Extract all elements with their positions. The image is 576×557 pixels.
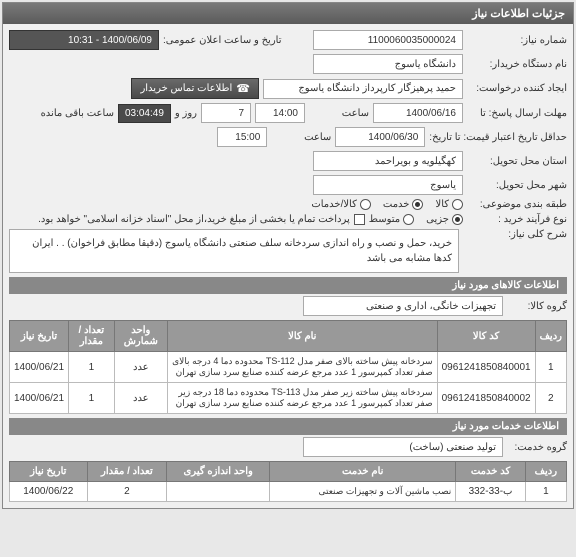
validity-label: حداقل تاریخ اعتبار قیمت: تا تاریخ: <box>429 132 567 143</box>
svc-group-field: تولید صنعتی (ساخت) <box>303 437 503 457</box>
scol-date: تاریخ نیاز <box>10 462 88 482</box>
goods-group-label: گروه کالا: <box>507 301 567 312</box>
radio-goods[interactable] <box>452 199 463 210</box>
radio-minor[interactable] <box>452 214 463 225</box>
goods-section-header: اطلاعات کالاهای مورد نیاز <box>9 277 567 294</box>
need-no-field: 1100060035000024 <box>313 30 463 50</box>
radio-both[interactable] <box>360 199 371 210</box>
deadline-date-field: 1400/06/16 <box>373 103 463 123</box>
budget-label: طبقه بندی موضوعی: <box>467 199 567 210</box>
province-field: کهگیلویه و بویراحمد <box>313 151 463 171</box>
scol-unit: واحد اندازه گیری <box>167 462 270 482</box>
col-name: نام کالا <box>168 321 438 352</box>
time-label-1: ساعت <box>309 108 369 119</box>
col-code: کد کالا <box>437 321 535 352</box>
col-qty: تعداد / مقدار <box>69 321 115 352</box>
table-row: 20961241850840002سردخانه پیش ساخته زیر ص… <box>10 383 567 414</box>
remaining-label: ساعت باقی مانده <box>41 108 114 119</box>
pay-note: پرداخت تمام یا بخشی از مبلغ خرید،از محل … <box>38 214 350 225</box>
goods-table: ردیف کد کالا نام کالا واحد شمارش تعداد /… <box>9 320 567 414</box>
svc-section-header: اطلاعات خدمات مورد نیاز <box>9 418 567 435</box>
contact-buyer-button[interactable]: اطلاعات تماس خریدار <box>131 78 259 99</box>
table-row: 10961241850840001سردخانه پیش ساخته بالای… <box>10 352 567 383</box>
announce-field: 1400/06/09 - 10:31 <box>9 30 159 50</box>
scol-name: نام خدمت <box>270 462 456 482</box>
col-date: تاریخ نیاز <box>10 321 69 352</box>
treasury-checkbox[interactable] <box>354 214 365 225</box>
need-no-label: شماره نیاز: <box>467 35 567 46</box>
type-radio-group: جزیی متوسط <box>369 214 463 225</box>
desc-label: شرح کلی نیاز: <box>467 229 567 240</box>
countdown-timer: 03:04:49 <box>118 104 171 123</box>
need-details-panel: جزئیات اطلاعات نیاز شماره نیاز: 11000600… <box>2 2 574 509</box>
desc-box: خرید، حمل و نصب و راه اندازی سردخانه سلف… <box>9 229 459 273</box>
city-label: شهر محل تحویل: <box>467 180 567 191</box>
city-field: یاسوج <box>313 175 463 195</box>
panel-body: شماره نیاز: 1100060035000024 تاریخ و ساع… <box>3 24 573 508</box>
svc-group-label: گروه خدمت: <box>507 442 567 453</box>
budget-radio-group: کالا خدمت کالا/خدمات <box>311 199 463 210</box>
deadline-label: مهلت ارسال پاسخ: تا <box>467 108 567 119</box>
days-field: 7 <box>201 103 251 123</box>
days-and-label: روز و <box>175 108 197 119</box>
validity-date-field: 1400/06/30 <box>335 127 425 147</box>
scol-qty: تعداد / مقدار <box>87 462 167 482</box>
deadline-time-field: 14:00 <box>255 103 305 123</box>
creator-field: حمید پرهیزگار کارپرداز دانشگاه یاسوج <box>263 79 463 99</box>
table-row: 1ب-33-332نصب ماشین آلات و تجهیزات صنعتی2… <box>10 482 567 502</box>
buyer-name-label: نام دستگاه خریدار: <box>467 59 567 70</box>
validity-time-field: 15:00 <box>217 127 267 147</box>
goods-group-field: تجهیزات خانگی، اداری و صنعتی <box>303 296 503 316</box>
svc-table: ردیف کد خدمت نام خدمت واحد اندازه گیری ت… <box>9 461 567 502</box>
buyer-name-field: دانشگاه یاسوج <box>313 54 463 74</box>
panel-title: جزئیات اطلاعات نیاز <box>3 3 573 24</box>
creator-label: ایجاد کننده درخواست: <box>467 83 567 94</box>
radio-service[interactable] <box>412 199 423 210</box>
col-row: ردیف <box>535 321 566 352</box>
province-label: استان محل تحویل: <box>467 156 567 167</box>
scol-code: کد خدمت <box>456 462 525 482</box>
time-label-2: ساعت <box>271 132 331 143</box>
scol-row: ردیف <box>525 462 566 482</box>
col-unit: واحد شمارش <box>114 321 167 352</box>
radio-medium[interactable] <box>403 214 414 225</box>
type-label: نوع فرآیند خرید : <box>467 214 567 225</box>
announce-label: تاریخ و ساعت اعلان عمومی: <box>163 35 282 46</box>
